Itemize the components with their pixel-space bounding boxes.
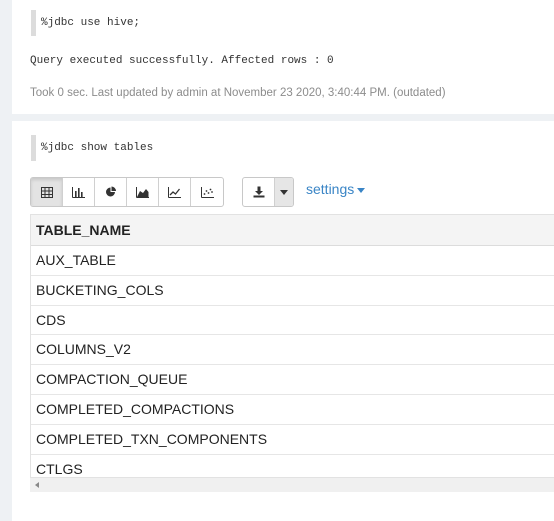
scatter-chart-icon [200, 186, 214, 198]
code-text: %jdbc use hive; [41, 17, 141, 29]
chevron-down-icon [280, 189, 288, 195]
table-view-button[interactable] [31, 178, 63, 206]
download-dropdown [242, 177, 294, 207]
paragraph-1: %jdbc use hive; Query executed successfu… [12, 0, 554, 114]
visualization-toolbar [30, 177, 224, 207]
code-text: %jdbc show tables [41, 142, 154, 154]
horizontal-scrollbar[interactable] [30, 477, 554, 492]
line-chart-icon [168, 186, 181, 198]
caret-down-icon [357, 187, 366, 193]
paragraph-2: %jdbc show tables settings TABLE_NAME AU… [12, 121, 554, 521]
scroll-left-icon[interactable] [35, 482, 39, 488]
settings-dropdown[interactable]: settings [306, 181, 366, 197]
bar-chart-icon [72, 186, 85, 198]
table-row: BUCKETING_COLS [31, 276, 554, 306]
table-row: COMPLETED_COMPACTIONS [31, 395, 554, 425]
table-icon [40, 186, 53, 198]
area-chart-button[interactable] [127, 178, 159, 206]
result-text: Query executed successfully. Affected ro… [30, 55, 334, 67]
table-row: AUX_TABLE [31, 246, 554, 276]
code-editor[interactable]: %jdbc use hive; [31, 10, 431, 36]
settings-label: settings [306, 181, 355, 197]
table-row: CDS [31, 306, 554, 336]
paragraph-footer: Took 0 sec. Last updated by admin at Nov… [30, 87, 446, 99]
download-icon [253, 186, 264, 198]
pie-chart-icon [105, 186, 116, 197]
scatter-chart-button[interactable] [191, 178, 223, 206]
table-row: COMPACTION_QUEUE [31, 365, 554, 395]
download-options-button[interactable] [275, 178, 293, 206]
table-row: COMPLETED_TXN_COMPONENTS [31, 425, 554, 455]
code-editor[interactable]: %jdbc show tables [31, 135, 431, 161]
area-chart-icon [136, 186, 149, 198]
download-button[interactable] [243, 178, 275, 206]
table-header-cell[interactable]: TABLE_NAME [31, 215, 554, 246]
result-table: TABLE_NAME AUX_TABLE BUCKETING_COLS CDS … [30, 214, 554, 491]
table-row: COLUMNS_V2 [31, 335, 554, 366]
bar-chart-button[interactable] [63, 178, 95, 206]
pie-chart-button[interactable] [95, 178, 127, 206]
line-chart-button[interactable] [159, 178, 191, 206]
